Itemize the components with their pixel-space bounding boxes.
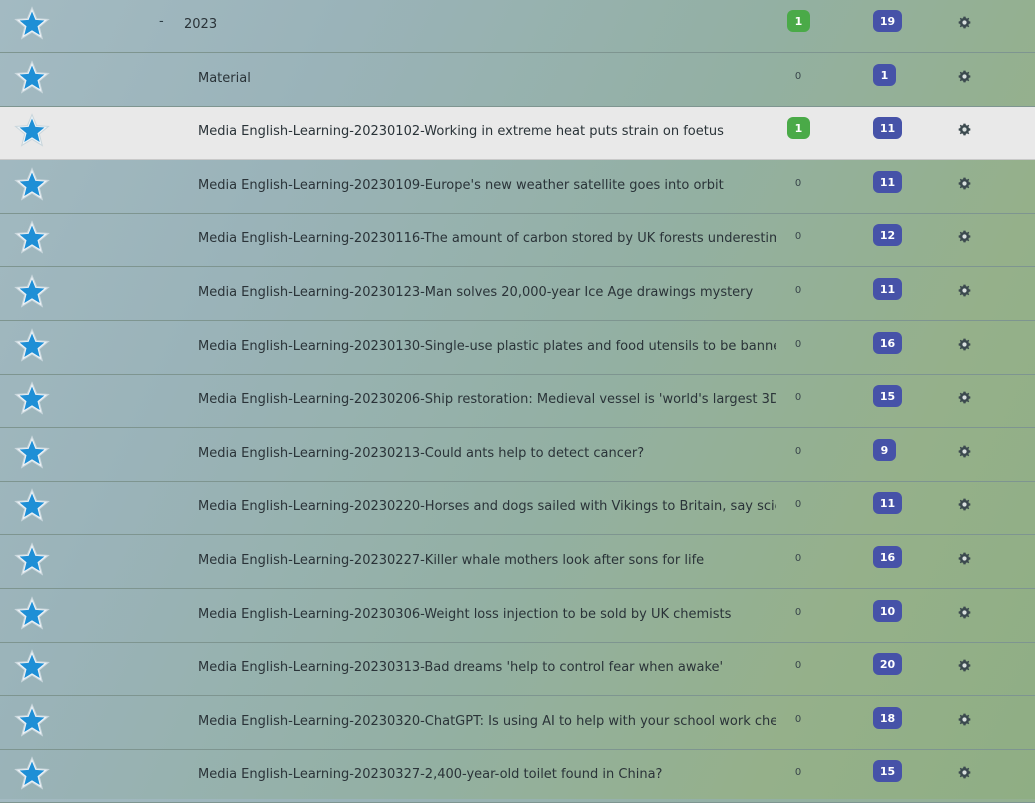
gear-icon[interactable]: [958, 550, 971, 565]
deck-title[interactable]: Media English-Learning-20230320-ChatGPT:…: [198, 714, 776, 729]
gear-icon[interactable]: [958, 657, 971, 672]
due-count-badge: 20: [873, 653, 902, 675]
deck-title[interactable]: Media English-Learning-20230116-The amou…: [198, 231, 776, 246]
gear-icon[interactable]: [958, 68, 971, 83]
new-count: 0: [794, 71, 802, 82]
collapse-toggle[interactable]: -: [159, 14, 164, 29]
gear-icon[interactable]: [958, 14, 971, 29]
deck-title[interactable]: Media English-Learning-20230206-Ship res…: [198, 392, 776, 407]
star-icon: [14, 328, 50, 364]
due-count-badge: 11: [873, 492, 902, 514]
due-count-badge: 18: [873, 707, 902, 729]
subdeck-row[interactable]: Media English-Learning-20230213-Could an…: [0, 429, 1035, 482]
subdeck-row[interactable]: Media English-Learning-20230116-The amou…: [0, 214, 1035, 267]
deck-title[interactable]: Media English-Learning-20230313-Bad drea…: [198, 660, 776, 675]
star-icon: [14, 60, 50, 96]
due-count-badge: 9: [873, 439, 896, 461]
gear-icon[interactable]: [958, 496, 971, 511]
star-icon: [14, 220, 50, 256]
deck-title[interactable]: Media English-Learning-20230109-Europe's…: [198, 178, 776, 193]
gear-icon[interactable]: [958, 604, 971, 619]
new-count: 0: [794, 607, 802, 618]
due-count-badge: 1: [873, 64, 896, 86]
new-count: 0: [794, 285, 802, 296]
star-icon: [14, 274, 50, 310]
gear-icon[interactable]: [958, 711, 971, 726]
new-count: 0: [794, 767, 802, 778]
due-count-badge: 19: [873, 10, 902, 32]
star-icon: [14, 703, 50, 739]
star-icon: [14, 113, 50, 149]
new-count: 0: [794, 446, 802, 457]
star-icon: [14, 6, 50, 42]
subdeck-row[interactable]: Media English-Learning-20230206-Ship res…: [0, 375, 1035, 428]
subdeck-row[interactable]: Material 0 1: [0, 54, 1035, 107]
star-icon: [14, 435, 50, 471]
due-count-badge: 11: [873, 117, 902, 139]
deck-title[interactable]: Media English-Learning-20230227-Killer w…: [198, 553, 776, 568]
new-count: 0: [794, 392, 802, 403]
deck-row[interactable]: - 2023 1 19: [0, 0, 1035, 53]
deck-title[interactable]: Media English-Learning-20230306-Weight l…: [198, 607, 776, 622]
due-count-badge: 10: [873, 600, 902, 622]
star-icon: [14, 596, 50, 632]
new-count: 0: [794, 660, 802, 671]
due-count-badge: 11: [873, 171, 902, 193]
deck-title[interactable]: Media English-Learning-20230220-Horses a…: [198, 499, 776, 514]
new-count-badge: 1: [787, 117, 810, 139]
subdeck-row[interactable]: Media English-Learning-20230227-Killer w…: [0, 536, 1035, 589]
new-count: 0: [794, 231, 802, 242]
due-count-badge: 11: [873, 278, 902, 300]
gear-icon[interactable]: [958, 175, 971, 190]
star-icon: [14, 649, 50, 685]
gear-icon[interactable]: [958, 282, 971, 297]
star-icon: [14, 381, 50, 417]
deck-title[interactable]: Media English-Learning-20230213-Could an…: [198, 446, 776, 461]
subdeck-row[interactable]: Media English-Learning-20230102-Working …: [0, 107, 1035, 160]
deck-title[interactable]: Media English-Learning-20230327-2,400-ye…: [198, 767, 776, 782]
subdeck-row[interactable]: Media English-Learning-20230220-Horses a…: [0, 482, 1035, 535]
subdeck-row[interactable]: Media English-Learning-20230130-Single-u…: [0, 322, 1035, 375]
gear-icon[interactable]: [958, 443, 971, 458]
gear-icon[interactable]: [958, 336, 971, 351]
gear-icon[interactable]: [958, 764, 971, 779]
new-count: 0: [794, 178, 802, 189]
deck-title[interactable]: 2023: [184, 17, 217, 32]
star-icon: [14, 488, 50, 524]
subdeck-row[interactable]: Media English-Learning-20230109-Europe's…: [0, 161, 1035, 214]
subdeck-row[interactable]: Media English-Learning-20230320-ChatGPT:…: [0, 697, 1035, 750]
gear-icon[interactable]: [958, 121, 971, 136]
due-count-badge: 12: [873, 224, 902, 246]
subdeck-row[interactable]: Media English-Learning-20230306-Weight l…: [0, 590, 1035, 643]
gear-icon[interactable]: [958, 389, 971, 404]
subdeck-row[interactable]: Media English-Learning-20230327-2,400-ye…: [0, 750, 1035, 803]
due-count-badge: 15: [873, 760, 902, 782]
new-count: 0: [794, 714, 802, 725]
due-count-badge: 16: [873, 332, 902, 354]
due-count-badge: 15: [873, 385, 902, 407]
due-count-badge: 16: [873, 546, 902, 568]
new-count: 0: [794, 553, 802, 564]
new-count: 0: [794, 499, 802, 510]
star-icon: [14, 756, 50, 792]
subdeck-row[interactable]: Media English-Learning-20230123-Man solv…: [0, 268, 1035, 321]
deck-title[interactable]: Media English-Learning-20230130-Single-u…: [198, 339, 776, 354]
star-icon: [14, 542, 50, 578]
gear-icon[interactable]: [958, 228, 971, 243]
star-icon: [14, 167, 50, 203]
new-count-badge: 1: [787, 10, 810, 32]
new-count: 0: [794, 339, 802, 350]
deck-title[interactable]: Media English-Learning-20230102-Working …: [198, 124, 776, 139]
subdeck-row[interactable]: Media English-Learning-20230313-Bad drea…: [0, 643, 1035, 696]
deck-title[interactable]: Material: [198, 71, 776, 86]
deck-title[interactable]: Media English-Learning-20230123-Man solv…: [198, 285, 776, 300]
